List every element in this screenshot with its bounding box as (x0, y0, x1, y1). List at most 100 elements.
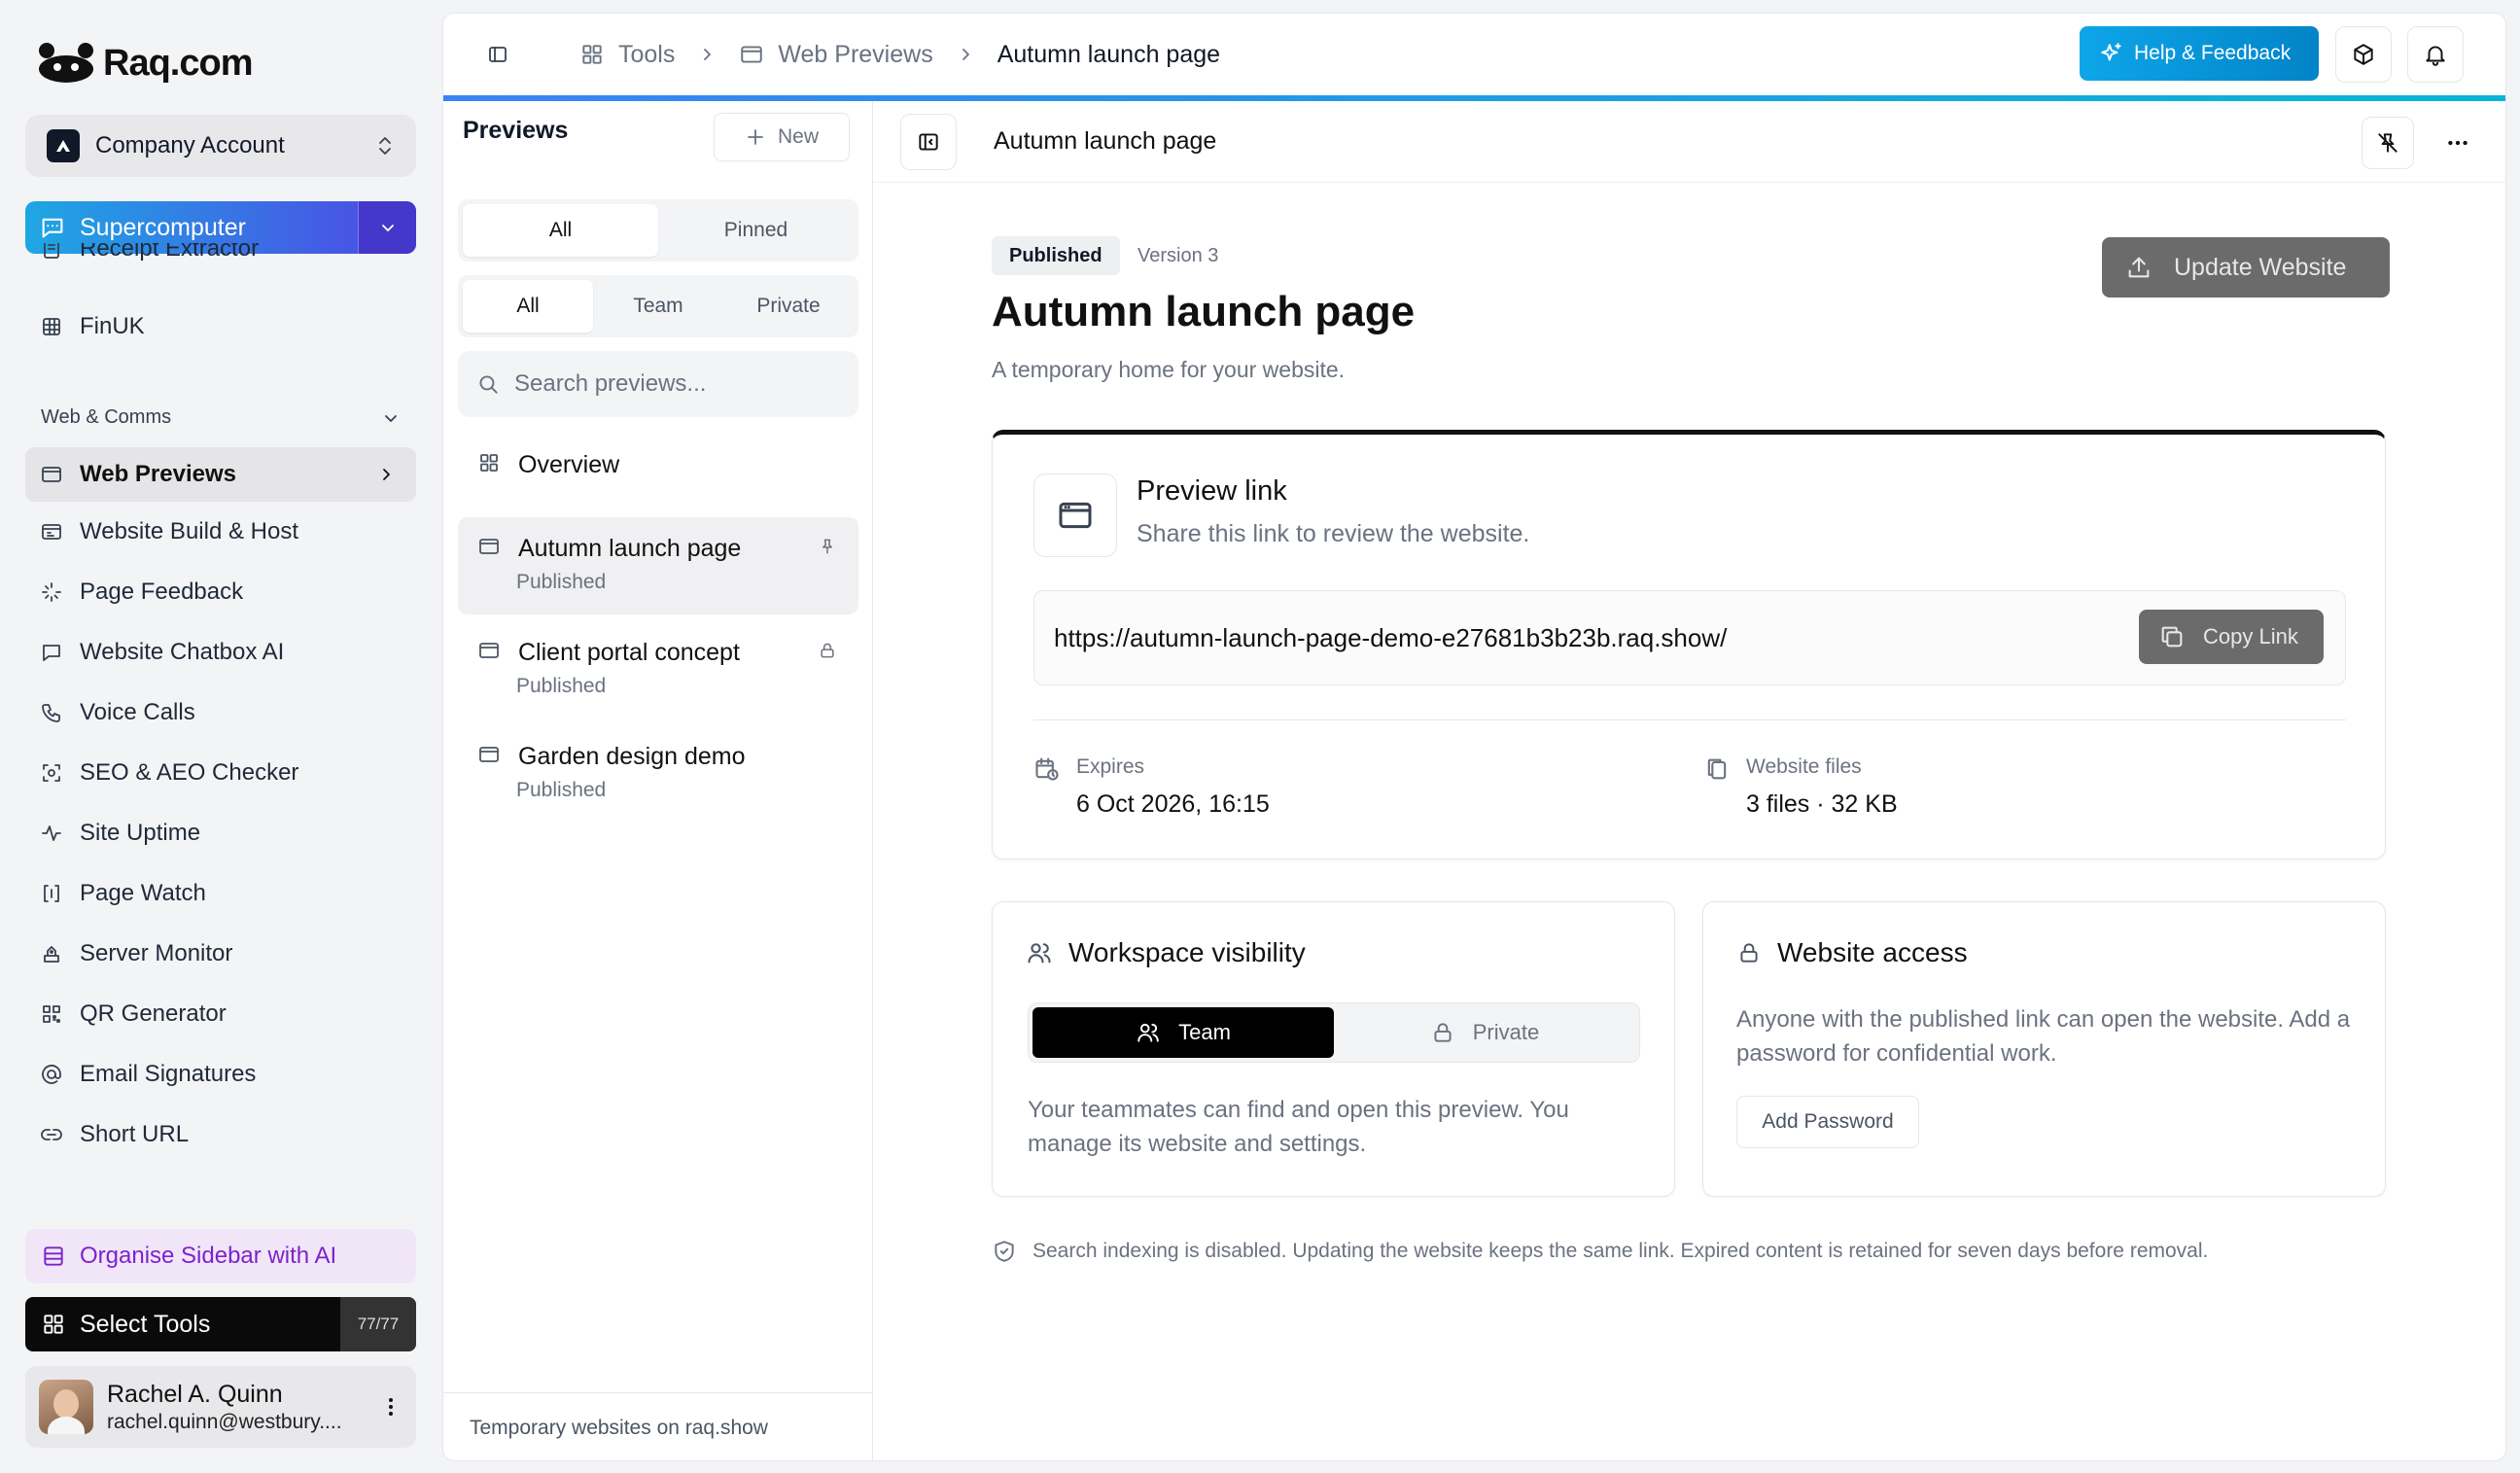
preview-url-field[interactable]: https://autumn-launch-page-demo-e27681b3… (1033, 590, 2346, 685)
panel-footer: Temporary websites on raq.show (443, 1392, 872, 1460)
tab-pinned[interactable]: Pinned (658, 204, 854, 257)
sidebar-item-receipt-extractor[interactable]: Receipt Extractor (25, 243, 416, 276)
sidebar-item-label: Receipt Extractor (80, 243, 260, 262)
sidebar-item-server-monitor[interactable]: Server Monitor (25, 924, 416, 984)
sidebar: Raq.com Company Account Supercomputer Re… (0, 0, 442, 1473)
browser-icon (1033, 473, 1117, 557)
list-item[interactable]: Garden design demo Published (458, 725, 858, 823)
update-website-button[interactable]: Update Website (2102, 237, 2390, 298)
sidebar-item-email-signatures[interactable]: Email Signatures (25, 1044, 416, 1105)
company-icon (47, 129, 80, 162)
tab-all[interactable]: All (463, 204, 658, 257)
visibility-private-option[interactable]: Private (1334, 1007, 1635, 1058)
search-input[interactable]: Search previews... (458, 351, 858, 417)
preview-link-card: Preview link Share this link to review t… (992, 430, 2386, 859)
extension-button[interactable] (2335, 26, 2392, 83)
previews-title: Previews (463, 116, 569, 144)
account-label: Company Account (95, 132, 285, 158)
list-item[interactable]: Autumn launch page Published (458, 517, 858, 614)
shield-check-icon (995, 1241, 1014, 1262)
sidebar-item-website-build[interactable]: Website Build & Host (25, 502, 416, 562)
sidebar-item-label: Server Monitor (80, 940, 233, 966)
more-vertical-icon[interactable] (379, 1395, 402, 1419)
preview-status: Published (516, 779, 607, 801)
expires-value: 6 Oct 2026, 16:15 (1076, 790, 1270, 818)
search-icon (479, 375, 498, 394)
select-tools-button[interactable]: Select Tools 77/77 (25, 1297, 416, 1351)
new-preview-button[interactable]: New (714, 113, 850, 161)
pin-icon[interactable] (818, 537, 837, 556)
preview-link-subtitle: Share this link to review the website. (1137, 520, 1530, 547)
breadcrumb-web-previews[interactable]: Web Previews (778, 41, 932, 69)
preview-title: Autumn launch page (518, 535, 742, 562)
filter-tabs-pinned: All Pinned (458, 199, 858, 262)
receipt-icon (39, 243, 64, 262)
files-label: Website files (1746, 755, 1862, 778)
tab-private[interactable]: Private (723, 280, 854, 333)
user-name: Rachel A. Quinn (107, 1380, 283, 1408)
sidebar-item-seo-checker[interactable]: SEO & AEO Checker (25, 743, 416, 803)
sidebar-item-label: Email Signatures (80, 1061, 257, 1087)
users-icon (1028, 943, 1051, 964)
at-icon (39, 1062, 64, 1087)
sidebar-item-label: Voice Calls (80, 699, 195, 725)
user-menu[interactable]: Rachel A. Quinn rachel.quinn@westbury...… (25, 1366, 416, 1448)
sidebar-item-page-watch[interactable]: Page Watch (25, 863, 416, 924)
breadcrumb-tools[interactable]: Tools (618, 41, 675, 69)
chevron-right-icon (383, 469, 390, 480)
collapse-panel-button[interactable] (900, 114, 957, 170)
sidebar-item-qr-generator[interactable]: QR Generator (25, 984, 416, 1044)
account-switcher[interactable]: Company Account (25, 115, 416, 177)
upload-icon (2128, 257, 2150, 278)
top-bar: Tools Web Previews Autumn launch page He… (443, 14, 2505, 95)
select-tools-label: Select Tools (80, 1310, 211, 1338)
raq-logo-icon (39, 43, 93, 83)
chat-icon (39, 640, 64, 665)
lock-icon (821, 643, 834, 658)
unpin-button[interactable] (2362, 117, 2414, 169)
more-horizontal-icon[interactable] (2445, 130, 2470, 156)
chevron-right-icon (962, 49, 969, 60)
user-email: rachel.quinn@westbury.... (107, 1410, 342, 1433)
sidebar-toggle-icon[interactable] (478, 37, 517, 72)
sidebar-item-label: Page Feedback (80, 579, 244, 605)
tab-scope-all[interactable]: All (463, 280, 593, 333)
overview-item[interactable]: Overview (458, 441, 858, 500)
tab-team[interactable]: Team (593, 280, 723, 333)
organise-sidebar-button[interactable]: Organise Sidebar with AI (25, 1229, 416, 1283)
visibility-team-option[interactable]: Team (1032, 1007, 1334, 1058)
copy-icon (2161, 626, 2183, 648)
sidebar-item-label: Site Uptime (80, 820, 201, 846)
sidebar-item-website-chatbox[interactable]: Website Chatbox AI (25, 622, 416, 683)
files-block: Website files 3 files · 32 KB (1703, 755, 1898, 819)
preview-detail: Autumn launch page Published Version 3 A… (873, 101, 2505, 1460)
section-header-web-comms[interactable]: Web & Comms (41, 406, 401, 429)
sidebar-item-site-uptime[interactable]: Site Uptime (25, 803, 416, 863)
sidebar-item-voice-calls[interactable]: Voice Calls (25, 683, 416, 743)
add-password-button[interactable]: Add Password (1736, 1096, 1919, 1148)
copy-link-button[interactable]: Copy Link (2139, 610, 2324, 664)
files-icon (1707, 758, 1727, 780)
panel-left-icon (919, 133, 938, 151)
sidebar-item-page-feedback[interactable]: Page Feedback (25, 562, 416, 622)
sidebar-item-label: Website Build & Host (80, 518, 298, 544)
browser-icon (479, 747, 499, 762)
preview-status: Published (516, 571, 607, 593)
notifications-button[interactable] (2407, 26, 2464, 83)
brand-logo[interactable]: Raq.com (35, 39, 253, 88)
sidebar-item-short-url[interactable]: Short URL (25, 1105, 416, 1165)
unpin-icon (2378, 133, 2398, 153)
access-text: Anyone with the published link can open … (1736, 1006, 2351, 1067)
server-icon (39, 941, 64, 966)
list-item[interactable]: Client portal concept Published (458, 621, 858, 719)
files-value: 3 files · 32 KB (1746, 790, 1898, 818)
workspace-visibility-card: Workspace visibility Team Private Your t… (992, 901, 1675, 1197)
sidebar-item-web-previews[interactable]: Web Previews (25, 447, 416, 502)
preview-url: https://autumn-launch-page-demo-e27681b3… (1054, 622, 1728, 652)
browser-icon (741, 46, 763, 63)
sidebar-item-finuk[interactable]: FinUK (25, 299, 416, 354)
visibility-text: Your teammates can find and open this pr… (1028, 1097, 1569, 1157)
organise-label: Organise Sidebar with AI (80, 1243, 337, 1269)
scan-icon (39, 760, 64, 786)
help-feedback-button[interactable]: Help & Feedback (2080, 26, 2319, 81)
